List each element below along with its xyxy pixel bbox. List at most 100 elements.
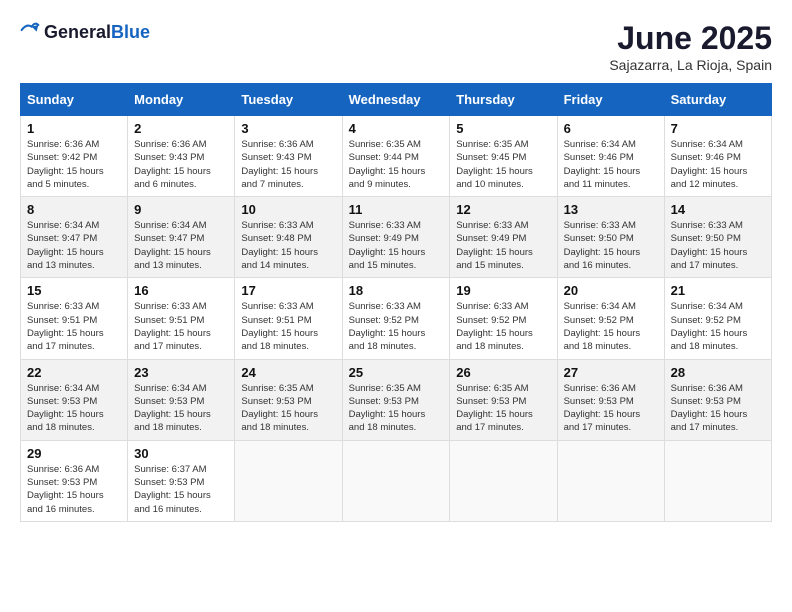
day-info: Sunrise: 6:37 AMSunset: 9:53 PMDaylight:… xyxy=(134,463,228,516)
day-info: Sunrise: 6:34 AMSunset: 9:52 PMDaylight:… xyxy=(564,300,658,353)
calendar-week-5: 29 Sunrise: 6:36 AMSunset: 9:53 PMDayligh… xyxy=(21,440,772,521)
day-number: 9 xyxy=(134,202,228,217)
day-info: Sunrise: 6:33 AMSunset: 9:51 PMDaylight:… xyxy=(27,300,121,353)
calendar-header-sunday: Sunday xyxy=(21,84,128,116)
calendar-cell xyxy=(235,440,342,521)
day-number: 24 xyxy=(241,365,335,380)
day-info: Sunrise: 6:33 AMSunset: 9:50 PMDaylight:… xyxy=(564,219,658,272)
day-info: Sunrise: 6:33 AMSunset: 9:52 PMDaylight:… xyxy=(349,300,444,353)
calendar-cell: 22 Sunrise: 6:34 AMSunset: 9:53 PMDayligh… xyxy=(21,359,128,440)
calendar-cell: 27Sunrise: 6:36 AMSunset: 9:53 PMDayligh… xyxy=(557,359,664,440)
day-info: Sunrise: 6:36 AMSunset: 9:53 PMDaylight:… xyxy=(671,382,765,435)
day-info: Sunrise: 6:34 AMSunset: 9:52 PMDaylight:… xyxy=(671,300,765,353)
day-number: 4 xyxy=(349,121,444,136)
calendar-cell: 19 Sunrise: 6:33 AMSunset: 9:52 PMDayligh… xyxy=(450,278,557,359)
calendar-cell xyxy=(342,440,450,521)
day-info: Sunrise: 6:34 AMSunset: 9:53 PMDaylight:… xyxy=(27,382,121,435)
day-info: Sunrise: 6:36 AMSunset: 9:42 PMDaylight:… xyxy=(27,138,121,191)
day-info: Sunrise: 6:35 AMSunset: 9:44 PMDaylight:… xyxy=(349,138,444,191)
calendar-cell: 13 Sunrise: 6:33 AMSunset: 9:50 PMDayligh… xyxy=(557,197,664,278)
day-number: 7 xyxy=(671,121,765,136)
day-info: Sunrise: 6:34 AMSunset: 9:46 PMDaylight:… xyxy=(564,138,658,191)
calendar-cell: 29 Sunrise: 6:36 AMSunset: 9:53 PMDayligh… xyxy=(21,440,128,521)
day-number: 15 xyxy=(27,283,121,298)
day-info: Sunrise: 6:35 AMSunset: 9:53 PMDaylight:… xyxy=(349,382,444,435)
page-subtitle: Sajazarra, La Rioja, Spain xyxy=(609,57,772,73)
calendar-week-1: 1 Sunrise: 6:36 AMSunset: 9:42 PMDaylight… xyxy=(21,116,772,197)
day-number: 21 xyxy=(671,283,765,298)
day-info: Sunrise: 6:33 AMSunset: 9:49 PMDaylight:… xyxy=(456,219,550,272)
day-number: 17 xyxy=(241,283,335,298)
calendar-header-saturday: Saturday xyxy=(664,84,771,116)
calendar-cell: 28 Sunrise: 6:36 AMSunset: 9:53 PMDayligh… xyxy=(664,359,771,440)
logo-mark xyxy=(20,20,40,45)
calendar-cell: 20 Sunrise: 6:34 AMSunset: 9:52 PMDayligh… xyxy=(557,278,664,359)
day-info: Sunrise: 6:35 AMSunset: 9:53 PMDaylight:… xyxy=(241,382,335,435)
calendar-cell: 5 Sunrise: 6:35 AMSunset: 9:45 PMDaylight… xyxy=(450,116,557,197)
day-number: 16 xyxy=(134,283,228,298)
day-number: 8 xyxy=(27,202,121,217)
day-number: 2 xyxy=(134,121,228,136)
calendar-cell: 9 Sunrise: 6:34 AMSunset: 9:47 PMDaylight… xyxy=(128,197,235,278)
day-info: Sunrise: 6:34 AMSunset: 9:47 PMDaylight:… xyxy=(27,219,121,272)
day-info: Sunrise: 6:36 AMSunset: 9:43 PMDaylight:… xyxy=(241,138,335,191)
calendar-cell: 10Sunrise: 6:33 AMSunset: 9:48 PMDayligh… xyxy=(235,197,342,278)
day-info: Sunrise: 6:33 AMSunset: 9:50 PMDaylight:… xyxy=(671,219,765,272)
day-info: Sunrise: 6:33 AMSunset: 9:49 PMDaylight:… xyxy=(349,219,444,272)
logo-blue: Blue xyxy=(111,22,150,42)
calendar-cell: 8 Sunrise: 6:34 AMSunset: 9:47 PMDaylight… xyxy=(21,197,128,278)
calendar-cell xyxy=(557,440,664,521)
day-number: 22 xyxy=(27,365,121,380)
calendar-header-row: SundayMondayTuesdayWednesdayThursdayFrid… xyxy=(21,84,772,116)
day-number: 29 xyxy=(27,446,121,461)
title-area: June 2025 Sajazarra, La Rioja, Spain xyxy=(609,20,772,73)
day-number: 5 xyxy=(456,121,550,136)
day-number: 1 xyxy=(27,121,121,136)
calendar-cell: 7 Sunrise: 6:34 AMSunset: 9:46 PMDaylight… xyxy=(664,116,771,197)
day-info: Sunrise: 6:33 AMSunset: 9:52 PMDaylight:… xyxy=(456,300,550,353)
day-number: 20 xyxy=(564,283,658,298)
calendar-cell: 4 Sunrise: 6:35 AMSunset: 9:44 PMDaylight… xyxy=(342,116,450,197)
calendar-cell: 25 Sunrise: 6:35 AMSunset: 9:53 PMDayligh… xyxy=(342,359,450,440)
calendar-cell: 3 Sunrise: 6:36 AMSunset: 9:43 PMDaylight… xyxy=(235,116,342,197)
day-number: 11 xyxy=(349,202,444,217)
day-info: Sunrise: 6:36 AMSunset: 9:43 PMDaylight:… xyxy=(134,138,228,191)
day-info: Sunrise: 6:34 AMSunset: 9:47 PMDaylight:… xyxy=(134,219,228,272)
calendar-header-wednesday: Wednesday xyxy=(342,84,450,116)
day-number: 6 xyxy=(564,121,658,136)
calendar-cell: 14 Sunrise: 6:33 AMSunset: 9:50 PMDayligh… xyxy=(664,197,771,278)
day-info: Sunrise: 6:33 AMSunset: 9:51 PMDaylight:… xyxy=(134,300,228,353)
calendar-header-tuesday: Tuesday xyxy=(235,84,342,116)
calendar-cell: 15 Sunrise: 6:33 AMSunset: 9:51 PMDayligh… xyxy=(21,278,128,359)
calendar-header-thursday: Thursday xyxy=(450,84,557,116)
day-info: Sunrise: 6:35 AMSunset: 9:53 PMDaylight:… xyxy=(456,382,550,435)
calendar-week-3: 15 Sunrise: 6:33 AMSunset: 9:51 PMDayligh… xyxy=(21,278,772,359)
calendar-cell: 16 Sunrise: 6:33 AMSunset: 9:51 PMDayligh… xyxy=(128,278,235,359)
day-info: Sunrise: 6:34 AMSunset: 9:46 PMDaylight:… xyxy=(671,138,765,191)
day-info: Sunrise: 6:36 AMSunset: 9:53 PMDaylight:… xyxy=(27,463,121,516)
logo: GeneralBlue xyxy=(20,20,150,45)
calendar-week-4: 22 Sunrise: 6:34 AMSunset: 9:53 PMDayligh… xyxy=(21,359,772,440)
calendar-cell: 1 Sunrise: 6:36 AMSunset: 9:42 PMDaylight… xyxy=(21,116,128,197)
logo-general: General xyxy=(44,22,111,42)
day-number: 10 xyxy=(241,202,335,217)
calendar-cell: 17Sunrise: 6:33 AMSunset: 9:51 PMDayligh… xyxy=(235,278,342,359)
calendar-cell: 18Sunrise: 6:33 AMSunset: 9:52 PMDayligh… xyxy=(342,278,450,359)
day-number: 3 xyxy=(241,121,335,136)
day-number: 19 xyxy=(456,283,550,298)
calendar-cell xyxy=(450,440,557,521)
day-number: 25 xyxy=(349,365,444,380)
page-title: June 2025 xyxy=(609,20,772,57)
day-number: 13 xyxy=(564,202,658,217)
day-info: Sunrise: 6:35 AMSunset: 9:45 PMDaylight:… xyxy=(456,138,550,191)
calendar-cell: 21 Sunrise: 6:34 AMSunset: 9:52 PMDayligh… xyxy=(664,278,771,359)
day-number: 26 xyxy=(456,365,550,380)
calendar-cell: 30Sunrise: 6:37 AMSunset: 9:53 PMDayligh… xyxy=(128,440,235,521)
calendar-cell: 24 Sunrise: 6:35 AMSunset: 9:53 PMDayligh… xyxy=(235,359,342,440)
calendar-cell: 12 Sunrise: 6:33 AMSunset: 9:49 PMDayligh… xyxy=(450,197,557,278)
calendar-cell: 23Sunrise: 6:34 AMSunset: 9:53 PMDayligh… xyxy=(128,359,235,440)
day-number: 28 xyxy=(671,365,765,380)
calendar-table: SundayMondayTuesdayWednesdayThursdayFrid… xyxy=(20,83,772,522)
day-number: 12 xyxy=(456,202,550,217)
day-number: 14 xyxy=(671,202,765,217)
